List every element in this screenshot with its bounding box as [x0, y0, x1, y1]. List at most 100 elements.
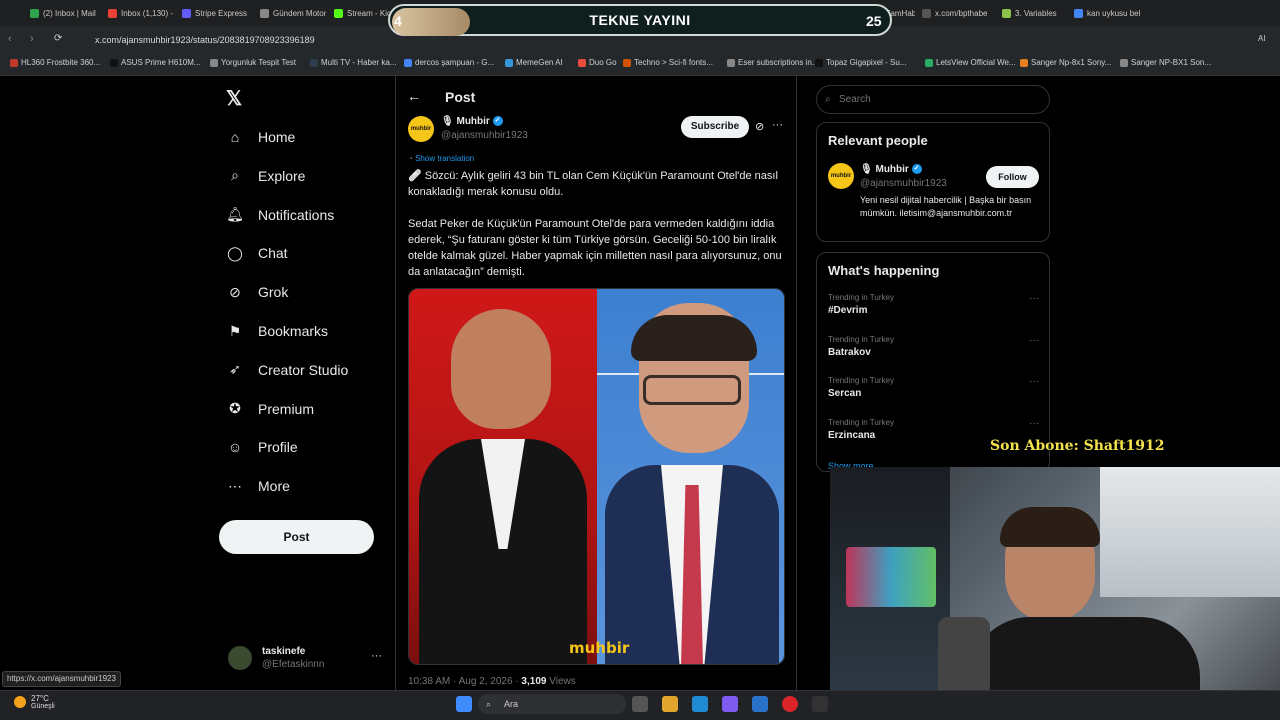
whats-happening-title: What's happening [828, 263, 940, 278]
bookmark-icon: ⚑ [228, 322, 242, 339]
bookmark-item[interactable]: Sanger Np-8x1 Sony... [1020, 58, 1111, 67]
post-button[interactable]: Post [219, 520, 374, 554]
subscribe-button[interactable]: Subscribe [681, 116, 749, 138]
post-paragraph-2: Sedat Peker de Küçük'ün Paramount Otel'd… [408, 218, 782, 278]
mic-icon: 🎙 [441, 116, 454, 127]
browser-tab[interactable]: 3. Variables [998, 3, 1068, 23]
windows-start-icon[interactable] [456, 696, 472, 712]
bookmark-label: dercos şampuan - G... [415, 58, 495, 67]
bookmark-favicon-icon [404, 58, 412, 67]
bookmark-item[interactable]: Techno > Sci-fi fonts... [623, 58, 713, 67]
post-more-icon[interactable]: ··· [772, 119, 783, 131]
bookmark-item[interactable]: dercos şampuan - G... [404, 58, 494, 67]
verified-badge-icon: ✓ [492, 116, 503, 127]
trend-item[interactable]: Trending in Turkey #Devrim ··· [828, 293, 1043, 316]
post-timestamp[interactable]: 10:38 AM · Aug 2, 2026 · [408, 676, 519, 687]
forward-nav-icon[interactable]: › [30, 33, 34, 45]
trend-item[interactable]: Trending in Turkey Sercan ··· [828, 376, 1043, 399]
sidebar-item-premium[interactable]: ✪ Premium [226, 394, 314, 424]
sidebar-item-explore[interactable]: ⌕ Explore [226, 161, 305, 191]
verified-badge-icon: ✓ [911, 164, 922, 175]
follow-button[interactable]: Follow [986, 166, 1039, 188]
tab-label: Stream - Kick [347, 8, 390, 18]
overlay-progress-pill [392, 8, 470, 36]
author-avatar[interactable]: muhbir [408, 116, 434, 142]
bookmark-label: HL360 Frostbite 360... [21, 58, 101, 67]
show-translation-link[interactable]: ◔ Show translation [408, 154, 474, 163]
browser-tab[interactable]: kan uykusu bel [1070, 3, 1140, 23]
trend-name: #Devrim [828, 305, 868, 316]
back-nav-icon[interactable]: ‹ [8, 33, 12, 45]
back-arrow-icon[interactable]: ← [407, 88, 421, 104]
sidebar-item-profile[interactable]: ☺ Profile [226, 432, 298, 462]
sidebar-item-home[interactable]: ⌂ Home [226, 122, 296, 152]
webcam-cup [938, 617, 990, 697]
bookmark-item[interactable]: LetsView Official We... [925, 58, 1016, 67]
sidebar-item-more[interactable]: ⋯ More [226, 471, 290, 501]
app-icon[interactable] [812, 696, 828, 712]
bookmark-label: MemeGen AI [516, 58, 563, 67]
x-logo-icon[interactable]: 𝕏 [226, 86, 242, 111]
weather-widget[interactable]: 27°C Güneşli [14, 694, 55, 710]
grok-post-icon[interactable]: ⊘ [755, 120, 764, 133]
bookmark-item[interactable]: Sanger NP-BX1 Son... [1120, 58, 1211, 67]
browser-tab[interactable]: Stream - Kick [330, 3, 390, 23]
browser-tab[interactable]: (2) Inbox | Mail [26, 3, 96, 23]
bookmark-label: Sanger Np-8x1 Sony... [1031, 58, 1112, 67]
bookmark-item[interactable]: Yorgunluk Tespit Test [210, 58, 296, 67]
browser-tab[interactable]: Inbox (1,130) - [104, 3, 174, 23]
search-input[interactable]: ⌕ Search [816, 85, 1050, 114]
account-handle: @Efetaskinnn [262, 659, 325, 670]
ai-icon[interactable]: AI [1258, 34, 1266, 43]
bookmark-favicon-icon [210, 58, 218, 67]
browser-tab[interactable]: Stripe Express [178, 3, 248, 23]
image-watermark-logo: muhbir [569, 639, 630, 657]
webcam-rgb-lights [846, 547, 936, 607]
bookmark-item[interactable]: MemeGen AI [505, 58, 563, 67]
browser-tab[interactable]: x.com/bpthabe [918, 3, 988, 23]
trend-more-icon[interactable]: ··· [1029, 335, 1039, 346]
author-name-row[interactable]: 🎙 Muhbir ✓ [441, 116, 503, 127]
bookmark-item[interactable]: Multi TV - Haber ka... [310, 58, 396, 67]
person-name-row[interactable]: 🎙 Muhbir ✓ [860, 164, 922, 175]
overlay-title: TEKNE YAYINI [589, 12, 691, 28]
bookmark-favicon-icon [1120, 58, 1128, 67]
sidebar-item-label: Home [258, 129, 296, 145]
browser-tab[interactable]: Gündem Motor [256, 3, 326, 23]
edge-icon[interactable] [692, 696, 708, 712]
trend-item[interactable]: Trending in Turkey Batrakov ··· [828, 335, 1043, 358]
store-icon[interactable] [752, 696, 768, 712]
copilot-icon[interactable] [722, 696, 738, 712]
bookmark-item[interactable]: ASUS Prime H610M... [110, 58, 201, 67]
sidebar-item-notifications[interactable]: 🔔︎ Notifications [226, 200, 334, 230]
bookmark-item[interactable]: HL360 Frostbite 360... [10, 58, 100, 67]
author-handle[interactable]: @ajansmuhbir1923 [441, 130, 528, 141]
tab-favicon-icon [30, 8, 39, 18]
sidebar-item-bookmarks[interactable]: ⚑ Bookmarks [226, 316, 328, 346]
file-explorer-icon[interactable] [662, 696, 678, 712]
webcam-overlay [830, 467, 1280, 720]
account-switcher[interactable]: taskinefe @Efetaskinnn [228, 642, 388, 674]
task-view-icon[interactable] [632, 696, 648, 712]
sidebar-item-creator-studio[interactable]: ➶ Creator Studio [226, 355, 348, 385]
reload-icon[interactable]: ⟳ [54, 33, 62, 44]
home-icon: ⌂ [230, 129, 240, 145]
weather-text: Güneşli [31, 703, 55, 710]
post-image[interactable]: muhbir [408, 288, 785, 665]
trend-more-icon[interactable]: ··· [1029, 293, 1039, 304]
taskbar-search[interactable]: ⌕ Ara [478, 694, 626, 714]
bookmark-favicon-icon [110, 58, 118, 67]
trend-more-icon[interactable]: ··· [1029, 376, 1039, 387]
account-more-icon[interactable]: ··· [371, 650, 382, 662]
bookmark-item[interactable]: Eser subscriptions in... [727, 58, 818, 67]
bookmark-item[interactable]: Duo Go [578, 58, 617, 67]
bookmark-favicon-icon [10, 58, 18, 67]
opera-icon[interactable] [782, 696, 798, 712]
person-avatar-logo: muhbir [830, 173, 852, 179]
sidebar-item-chat[interactable]: ◯ Chat [226, 238, 287, 268]
bookmark-item[interactable]: Topaz Gigapixel - Su... [815, 58, 906, 67]
bell-icon: 🔔︎ [226, 206, 244, 223]
sidebar-item-grok[interactable]: ⊘ Grok [226, 277, 288, 307]
trend-more-icon[interactable]: ··· [1029, 418, 1039, 429]
person-avatar[interactable]: muhbir [828, 163, 854, 189]
